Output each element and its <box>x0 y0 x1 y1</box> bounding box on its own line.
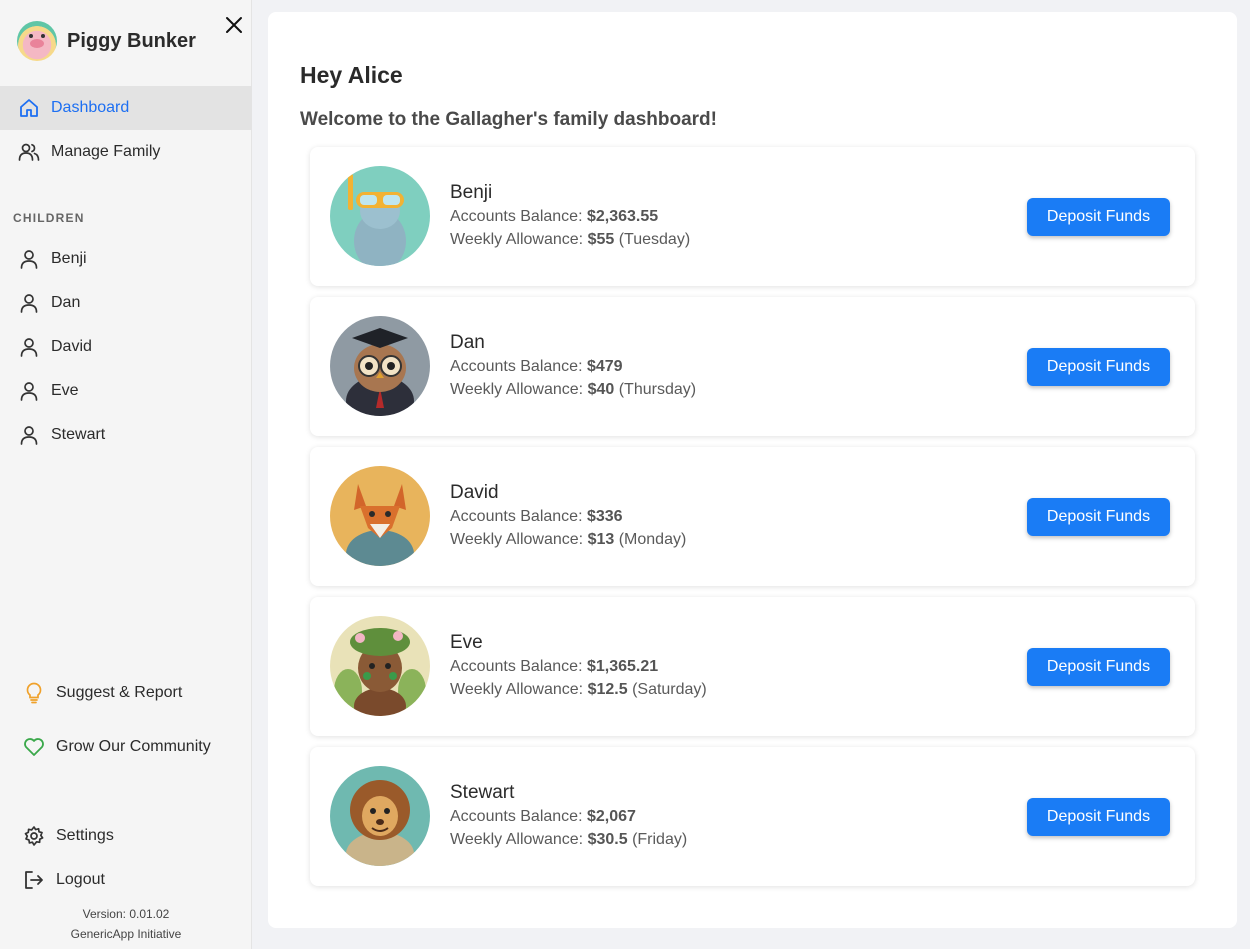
nav-manage-family[interactable]: Manage Family <box>0 130 252 174</box>
org-text: GenericApp Initiative <box>70 927 182 941</box>
piggy-logo-icon <box>17 21 57 61</box>
deposit-funds-button[interactable]: Deposit Funds <box>1027 198 1170 236</box>
child-name: Eve <box>450 632 483 653</box>
suggest-report-label: Suggest & Report <box>56 684 183 701</box>
child-card: Benji Accounts Balance: $2,363.55 Weekly… <box>310 147 1195 286</box>
child-card: David Accounts Balance: $336 Weekly Allo… <box>310 447 1195 586</box>
avatar <box>330 166 430 266</box>
page-subtitle: Welcome to the Gallagher's family dashbo… <box>300 109 717 130</box>
child-card: Dan Accounts Balance: $479 Weekly Allowa… <box>310 297 1195 436</box>
home-icon <box>18 97 40 119</box>
user-icon <box>18 336 40 358</box>
deposit-funds-button[interactable]: Deposit Funds <box>1027 798 1170 836</box>
sidebar-item-stewart[interactable]: Stewart <box>0 413 252 457</box>
user-icon <box>18 380 40 402</box>
sidebar-item-label: Stewart <box>51 426 106 443</box>
sidebar-item-david[interactable]: David <box>0 325 252 369</box>
balance-value: $1,365.21 <box>586 658 659 675</box>
brand[interactable]: Piggy Bunker <box>17 21 196 61</box>
main-panel: Hey Alice Welcome to the Gallagher's fam… <box>268 12 1237 928</box>
sidebar-item-benji[interactable]: Benji <box>0 237 252 281</box>
gear-icon <box>23 825 45 847</box>
child-name: Benji <box>450 182 493 203</box>
heart-icon <box>23 736 45 758</box>
grow-community-label: Grow Our Community <box>56 738 211 755</box>
close-sidebar-button[interactable] <box>223 14 245 36</box>
avatar <box>330 766 430 866</box>
allowance-line: Weekly Allowance: $40 (Thursday) <box>450 381 697 398</box>
sidebar-item-label: David <box>51 338 92 355</box>
nav-manage-family-label: Manage Family <box>51 143 161 160</box>
logout-icon <box>23 869 45 891</box>
balance-line: Accounts Balance: $336 <box>450 508 623 525</box>
deposit-funds-button[interactable]: Deposit Funds <box>1027 348 1170 386</box>
allowance-value: $13 <box>587 531 615 548</box>
deposit-funds-button[interactable]: Deposit Funds <box>1027 648 1170 686</box>
allowance-value: $12.5 <box>587 681 628 698</box>
balance-value: $2,067 <box>586 808 636 825</box>
sidebar-item-eve[interactable]: Eve <box>0 369 252 413</box>
avatar <box>330 466 430 566</box>
user-icon <box>18 424 40 446</box>
balance-line: Accounts Balance: $479 <box>450 358 623 375</box>
page-title: Hey Alice <box>300 62 403 88</box>
allowance-day: (Saturday) <box>632 681 707 698</box>
settings-label: Settings <box>56 827 114 844</box>
child-name: Stewart <box>450 782 515 803</box>
allowance-line: Weekly Allowance: $30.5 (Friday) <box>450 831 688 848</box>
balance-value: $479 <box>586 358 623 375</box>
allowance-value: $30.5 <box>587 831 628 848</box>
allowance-day: (Monday) <box>618 531 687 548</box>
child-name: Dan <box>450 332 485 353</box>
sidebar: Piggy Bunker Dashboard Manage Family CHI… <box>0 0 252 949</box>
version-text: Version: 0.01.02 <box>82 907 170 921</box>
sidebar-item-dan[interactable]: Dan <box>0 281 252 325</box>
allowance-line: Weekly Allowance: $13 (Monday) <box>450 531 687 548</box>
user-icon <box>18 292 40 314</box>
close-icon <box>226 17 242 33</box>
balance-line: Accounts Balance: $1,365.21 <box>450 658 659 675</box>
avatar <box>330 316 430 416</box>
suggest-report-link[interactable]: Suggest & Report <box>0 673 252 713</box>
app-name: Piggy Bunker <box>67 29 196 52</box>
deposit-funds-button[interactable]: Deposit Funds <box>1027 498 1170 536</box>
child-card: Stewart Accounts Balance: $2,067 Weekly … <box>310 747 1195 886</box>
grow-community-link[interactable]: Grow Our Community <box>0 727 252 767</box>
allowance-value: $55 <box>587 231 615 248</box>
child-card: Eve Accounts Balance: $1,365.21 Weekly A… <box>310 597 1195 736</box>
balance-line: Accounts Balance: $2,363.55 <box>450 208 659 225</box>
avatar <box>330 616 430 716</box>
allowance-day: (Thursday) <box>618 381 697 398</box>
lightbulb-icon <box>23 682 45 704</box>
allowance-day: (Friday) <box>632 831 688 848</box>
logout-label: Logout <box>56 871 105 888</box>
sidebar-item-label: Dan <box>51 294 81 311</box>
allowance-line: Weekly Allowance: $12.5 (Saturday) <box>450 681 707 698</box>
logout-link[interactable]: Logout <box>0 860 252 900</box>
child-name: David <box>450 482 499 503</box>
balance-line: Accounts Balance: $2,067 <box>450 808 636 825</box>
nav-dashboard-label: Dashboard <box>51 99 130 116</box>
balance-value: $2,363.55 <box>586 208 659 225</box>
children-section-label: CHILDREN <box>13 211 85 225</box>
allowance-day: (Tuesday) <box>618 231 691 248</box>
nav-dashboard[interactable]: Dashboard <box>0 86 252 130</box>
balance-value: $336 <box>586 508 623 525</box>
user-icon <box>18 248 40 270</box>
users-icon <box>18 141 40 163</box>
sidebar-item-label: Eve <box>51 382 79 399</box>
settings-link[interactable]: Settings <box>0 816 252 856</box>
allowance-line: Weekly Allowance: $55 (Tuesday) <box>450 231 691 248</box>
allowance-value: $40 <box>587 381 615 398</box>
sidebar-item-label: Benji <box>51 250 87 267</box>
